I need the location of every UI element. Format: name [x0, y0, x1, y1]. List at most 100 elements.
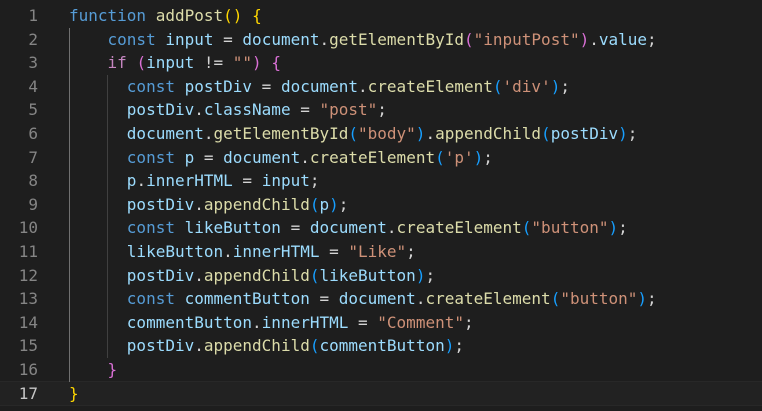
code-text: }: [69, 382, 79, 405]
code-token: ;: [338, 194, 349, 214]
code-line[interactable]: 9 postDiv.appendChild(p);: [0, 193, 762, 216]
code-token: ;: [425, 265, 436, 285]
code-token: if: [107, 53, 127, 73]
code-token: postDiv: [550, 124, 619, 143]
code-line[interactable]: 10 const likeButton = document.createEle…: [0, 216, 762, 239]
code-line[interactable]: 11 likeButton.innerHTML = "Like";: [0, 240, 762, 263]
code-token: .: [386, 218, 397, 238]
code-token: likeButton: [319, 265, 416, 285]
code-token: input: [146, 53, 195, 73]
code-token: (: [136, 53, 147, 73]
code-line[interactable]: 6 document.getElementById("body").append…: [0, 122, 762, 145]
code-token: 'div': [502, 76, 551, 96]
code-token: innerHTML: [146, 171, 233, 191]
line-number: 1: [28, 6, 38, 25]
code-line[interactable]: 2 const input = document.getElementById(…: [0, 28, 762, 51]
code-token: document: [126, 124, 204, 143]
code-token: document: [309, 218, 387, 238]
code-token: ): [415, 265, 426, 285]
code-text: if (input != "") {: [69, 51, 281, 74]
code-token: p: [184, 147, 195, 167]
code-token: p: [319, 194, 330, 214]
code-line[interactable]: 4 const postDiv = document.createElement…: [0, 75, 762, 98]
code-token: =: [309, 289, 339, 309]
code-line[interactable]: 8 p.innerHTML = input;: [0, 169, 762, 192]
code-token: (: [435, 147, 445, 167]
code-line[interactable]: 16 }: [0, 358, 762, 381]
code-line[interactable]: 7 const p = document.createElement('p');: [0, 146, 762, 169]
code-token: ;: [483, 147, 493, 167]
code-token: appendChild: [203, 265, 310, 285]
code-token: postDiv: [126, 194, 195, 214]
code-token: =: [280, 218, 310, 238]
code-text: function addPost() {: [69, 4, 262, 27]
code-token: (: [550, 289, 561, 309]
code-line[interactable]: 14 commentButton.innerHTML = "Comment";: [0, 311, 762, 334]
code-line[interactable]: 3 if (input != "") {: [0, 51, 762, 74]
code-line[interactable]: 12 postDiv.appendChild(likeButton);: [0, 264, 762, 287]
code-token: createElement: [396, 218, 522, 238]
line-number: 11: [18, 242, 38, 261]
code-token: const: [126, 76, 175, 96]
code-token: ): [444, 336, 455, 356]
code-token: ;: [627, 124, 638, 143]
code-token: .: [136, 171, 147, 191]
code-token: document: [338, 289, 416, 309]
code-token: const: [126, 218, 175, 238]
code-token: function: [69, 6, 147, 25]
code-token: =: [348, 312, 378, 332]
code-line[interactable]: 5 postDiv.className = "post";: [0, 98, 762, 121]
code-token: ;: [406, 242, 416, 261]
code-line[interactable]: 15 postDiv.appendChild(commentButton);: [0, 334, 762, 357]
code-token: commentButton: [126, 312, 253, 332]
code-editor[interactable]: 1 function addPost() {2 const input = doc…: [0, 0, 762, 411]
code-token: .: [300, 147, 310, 167]
code-token: .: [425, 124, 436, 143]
code-token: createElement: [309, 147, 436, 167]
code-text: postDiv.appendChild(p);: [69, 193, 349, 216]
code-token: const: [126, 147, 175, 167]
code-token: .: [203, 124, 214, 143]
line-number: 5: [28, 100, 38, 120]
line-number: 4: [28, 76, 38, 96]
code-token: .: [194, 100, 204, 120]
code-token: ;: [647, 29, 657, 49]
code-token: =: [290, 100, 320, 120]
code-token: likeButton: [126, 242, 224, 261]
code-token: (: [348, 124, 358, 143]
code-line[interactable]: 13 const commentButton = document.create…: [0, 287, 762, 310]
code-line[interactable]: 17}: [0, 380, 762, 406]
code-token: ;: [377, 100, 387, 120]
code-token: getElementById: [329, 29, 464, 49]
code-token: className: [203, 100, 291, 120]
code-text: const postDiv = document.createElement('…: [69, 75, 570, 98]
code-token: const: [107, 29, 156, 49]
indent-guide: [107, 74, 109, 358]
code-token: const: [126, 289, 175, 309]
code-token: document: [223, 147, 301, 167]
code-token: "post": [319, 100, 378, 120]
code-token: value: [598, 29, 648, 49]
line-number: 10: [18, 218, 38, 238]
code-token: "Like": [348, 242, 407, 261]
code-token: ): [232, 6, 243, 25]
code-token: "body": [358, 124, 416, 143]
code-token: .: [415, 289, 426, 309]
code-token: ;: [463, 312, 474, 332]
code-line[interactable]: 1 function addPost() {: [0, 4, 762, 27]
